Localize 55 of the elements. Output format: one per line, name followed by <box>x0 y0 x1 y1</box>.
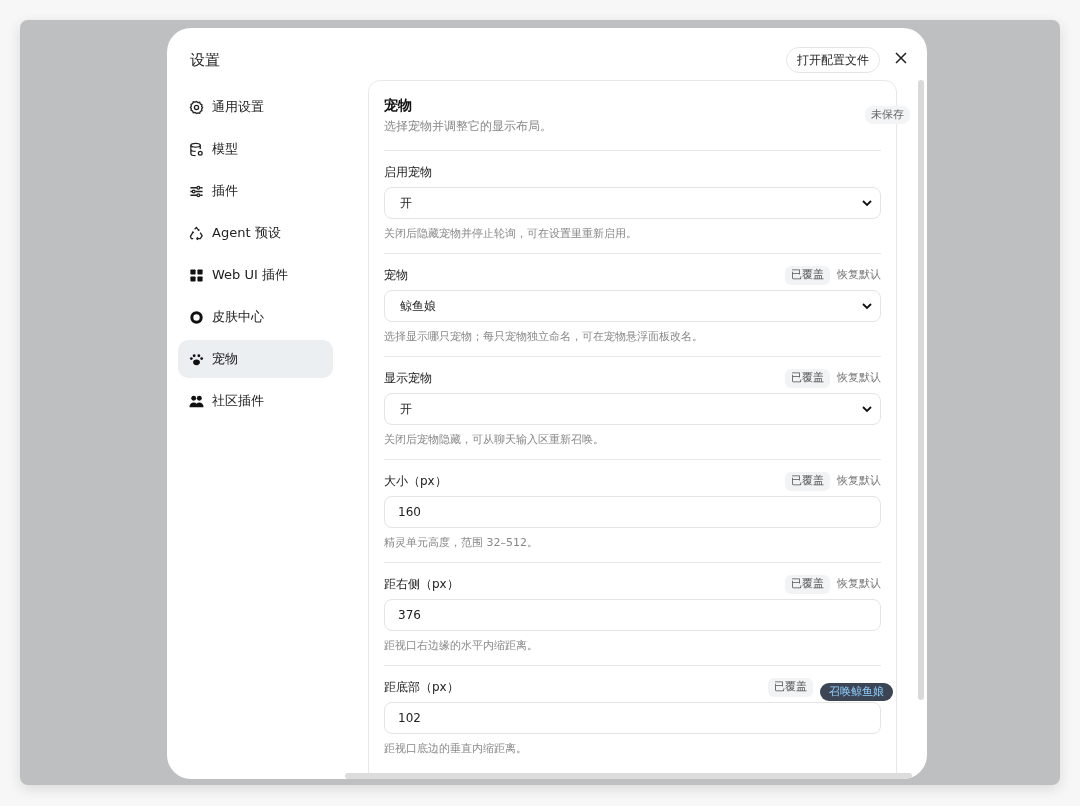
field-label: 显示宠物 <box>384 370 433 388</box>
floating-button[interactable]: 召唤鲸鱼娘 <box>820 683 893 702</box>
recycle-icon <box>189 225 204 241</box>
reset-link[interactable]: 恢复默认 <box>837 267 881 284</box>
field-label: 启用宠物 <box>384 164 433 182</box>
chevron-down-icon <box>862 199 872 207</box>
unsaved-badge: 未保存 <box>865 106 910 124</box>
sidebar-item[interactable]: 通用设置 <box>178 88 333 126</box>
help-text: 距视口右边缘的水平内缩距离。 <box>384 639 539 654</box>
input-field[interactable]: 160 <box>384 496 881 529</box>
section-description: 选择宠物并调整它的显示布局。 <box>384 118 553 135</box>
sidebar-item[interactable]: 皮肤中心 <box>178 298 333 336</box>
field-label: 距底部（px） <box>384 679 460 697</box>
chevron-down-icon <box>862 302 872 310</box>
field-label: 距右侧（px） <box>384 576 460 594</box>
reset-link[interactable]: 恢复默认 <box>837 370 881 387</box>
sidebar-item[interactable]: 宠物 <box>178 340 333 378</box>
select-field[interactable]: 开 <box>384 187 881 220</box>
select-field[interactable]: 开 <box>384 393 881 426</box>
circle-icon <box>189 309 204 325</box>
overridden-badge: 已覆盖 <box>785 266 830 285</box>
grid-icon <box>189 267 204 283</box>
sidebar-item[interactable]: Agent 预设 <box>178 214 333 252</box>
database-icon <box>189 141 204 157</box>
dialog-title: 设置 <box>189 50 221 70</box>
select-field[interactable]: 鲸鱼娘 <box>384 290 881 323</box>
field-label: 宠物 <box>384 267 409 285</box>
field-label: 大小（px） <box>384 473 448 491</box>
sidebar-item[interactable]: 插件 <box>178 172 333 210</box>
help-text: 选择显示哪只宠物；每只宠物独立命名，可在宠物悬浮面板改名。 <box>384 330 704 345</box>
help-text: 距视口底边的垂直内缩距离。 <box>384 742 528 757</box>
section-title: 宠物 <box>384 96 413 115</box>
sliders-icon <box>189 183 204 199</box>
overridden-badge: 已覆盖 <box>785 472 830 491</box>
sidebar-item[interactable]: 模型 <box>178 130 333 168</box>
gear-icon <box>189 99 204 115</box>
overridden-badge: 已覆盖 <box>768 678 813 697</box>
help-text: 关闭后宠物隐藏，可从聊天输入区重新召唤。 <box>384 433 605 448</box>
chevron-down-icon <box>862 405 872 413</box>
open-config-button[interactable]: 打开配置文件 <box>786 47 880 73</box>
reset-link[interactable]: 恢复默认 <box>837 576 881 593</box>
sidebar-item[interactable]: 社区插件 <box>178 382 333 420</box>
close-button[interactable] <box>895 52 907 64</box>
paw-icon <box>189 351 204 367</box>
sidebar-item[interactable]: Web UI 插件 <box>178 256 333 294</box>
scrollbar[interactable] <box>918 80 924 700</box>
help-text: 精灵单元高度，范围 32–512。 <box>384 536 539 551</box>
people-icon <box>189 393 204 409</box>
reset-link[interactable]: 恢复默认 <box>837 473 881 490</box>
scrollbar[interactable] <box>345 773 912 779</box>
overridden-badge: 已覆盖 <box>785 369 830 388</box>
input-field[interactable]: 102 <box>384 702 881 735</box>
input-field[interactable]: 376 <box>384 599 881 632</box>
overridden-badge: 已覆盖 <box>785 575 830 594</box>
help-text: 关闭后隐藏宠物并停止轮询，可在设置里重新启用。 <box>384 227 638 242</box>
